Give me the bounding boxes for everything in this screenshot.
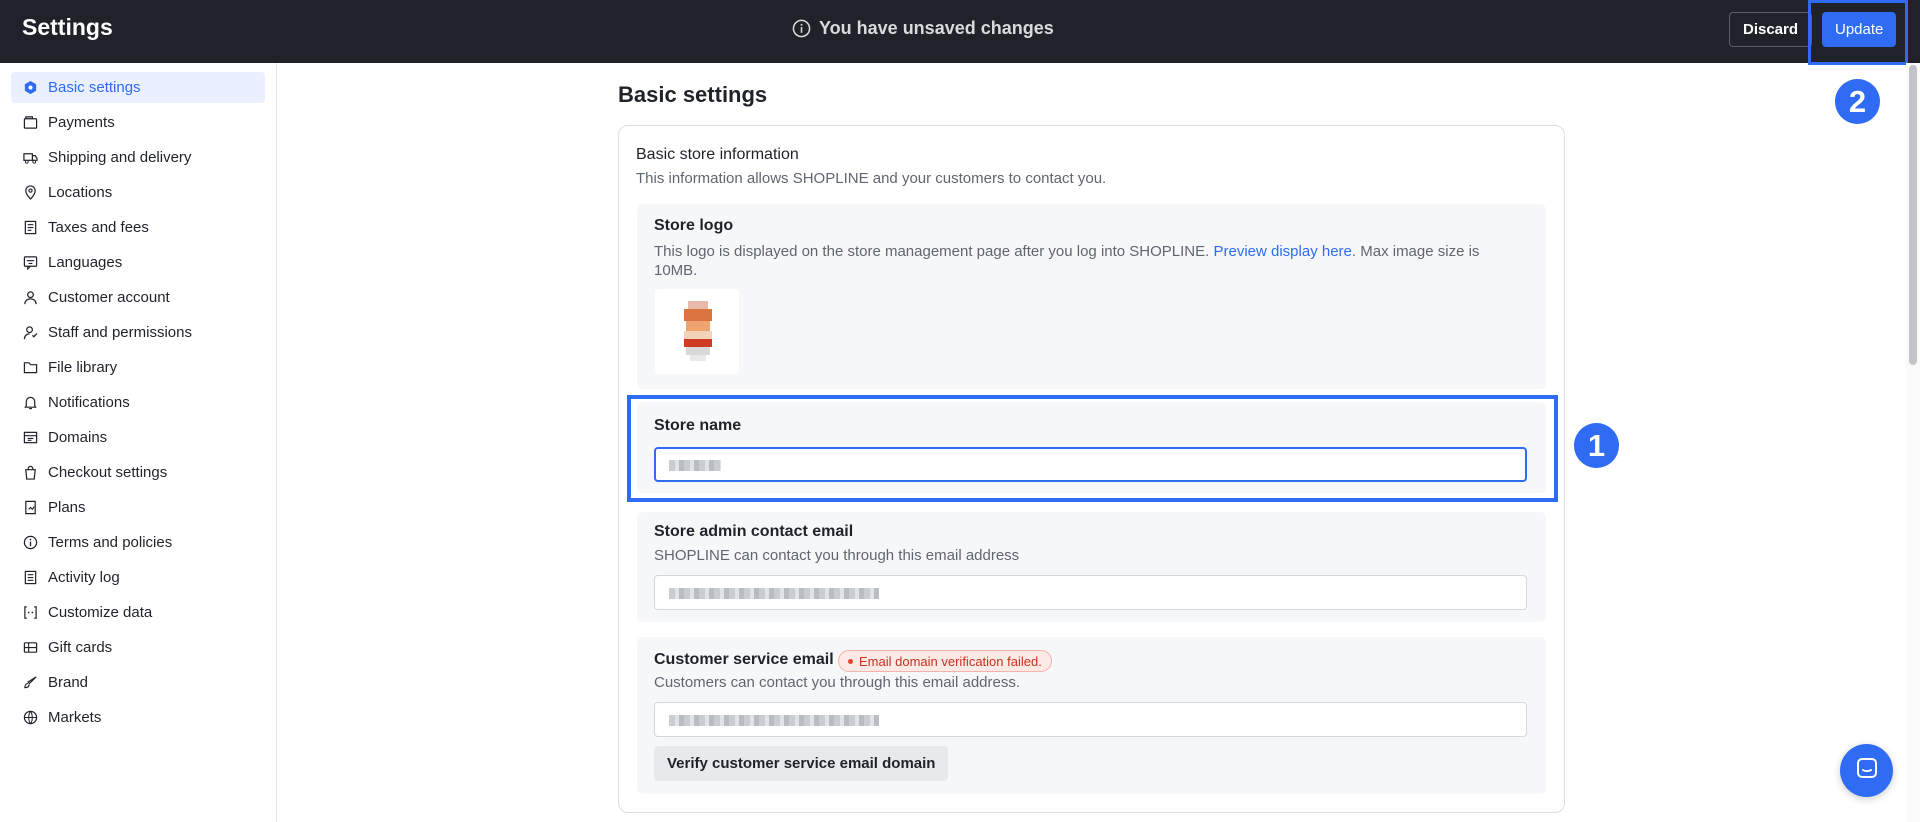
sidebar-item-plans[interactable]: Plans — [11, 492, 265, 523]
page-header-title: Settings — [22, 14, 113, 40]
sidebar-item-label: Languages — [48, 254, 123, 271]
sidebar-item-locations[interactable]: Locations — [11, 177, 265, 208]
sidebar-item-label: Terms and policies — [48, 534, 173, 551]
sidebar-item-label: Staff and permissions — [48, 324, 192, 341]
status-badge-text: Email domain verification failed. — [859, 653, 1042, 669]
shopping-bag-icon — [23, 465, 38, 480]
scrollbar[interactable] — [1906, 63, 1920, 822]
step-marker-2: 2 — [1835, 79, 1880, 124]
admin-email-input[interactable] — [654, 575, 1527, 610]
sidebar-item-shipping[interactable]: Shipping and delivery — [11, 142, 265, 173]
store-logo-label: Store logo — [654, 217, 734, 234]
domain-icon — [23, 430, 38, 445]
translate-icon — [23, 255, 38, 270]
sidebar-item-taxes[interactable]: Taxes and fees — [11, 212, 265, 243]
sidebar-item-basic-settings[interactable]: Basic settings — [11, 72, 265, 103]
sidebar-item-label: Customer account — [48, 289, 170, 306]
error-dot-icon — [848, 658, 853, 664]
card-description: This information allows SHOPLINE and you… — [636, 170, 1107, 187]
sidebar-item-label: Basic settings — [48, 79, 141, 96]
info-icon — [23, 535, 38, 550]
sidebar-item-label: Customize data — [48, 604, 153, 621]
admin-email-label: Store admin contact email — [654, 523, 854, 540]
location-pin-icon — [23, 185, 38, 200]
chat-icon — [1855, 756, 1879, 785]
discard-button[interactable]: Discard — [1729, 12, 1813, 47]
sidebar-item-label: Activity log — [48, 569, 120, 586]
wallet-icon — [23, 115, 38, 130]
admin-email-description: SHOPLINE can contact you through this em… — [654, 547, 1020, 564]
customer-service-email-label: Customer service email — [654, 651, 834, 668]
sidebar-item-brand[interactable]: Brand — [11, 667, 265, 698]
logo-thumbnail — [682, 301, 714, 361]
sidebar-item-staff[interactable]: Staff and permissions — [11, 317, 265, 348]
folder-icon — [23, 360, 38, 375]
sidebar-item-customer-account[interactable]: Customer account — [11, 282, 265, 313]
sidebar-item-label: Taxes and fees — [48, 219, 149, 236]
step-marker-1: 1 — [1574, 423, 1619, 468]
store-logo-desc-text: This logo is displayed on the store mana… — [654, 243, 1214, 260]
sidebar-item-label: Notifications — [48, 394, 130, 411]
store-logo-section — [637, 204, 1546, 389]
bell-icon — [23, 395, 38, 410]
store-name-highlight-box — [627, 395, 1558, 502]
sidebar-item-file-library[interactable]: File library — [11, 352, 265, 383]
sidebar-item-activity-log[interactable]: Activity log — [11, 562, 265, 593]
sidebar-item-label: Plans — [48, 499, 86, 516]
sidebar-item-label: Gift cards — [48, 639, 113, 656]
chat-support-button[interactable] — [1840, 744, 1893, 797]
sidebar-item-gift-cards[interactable]: Gift cards — [11, 632, 265, 663]
plan-icon — [23, 500, 38, 515]
verify-domain-button[interactable]: Verify customer service email domain — [654, 746, 949, 781]
top-bar: Settings You have unsaved changes Discar… — [0, 0, 1920, 63]
unsaved-changes-text: You have unsaved changes — [819, 18, 1054, 38]
sidebar-item-label: File library — [48, 359, 118, 376]
sidebar-item-notifications[interactable]: Notifications — [11, 387, 265, 418]
scrollbar-thumb[interactable] — [1909, 65, 1917, 365]
update-highlight-box — [1808, 0, 1908, 65]
sidebar-item-languages[interactable]: Languages — [11, 247, 265, 278]
preview-display-link[interactable]: Preview display here — [1213, 243, 1351, 260]
sidebar-item-label: Markets — [48, 709, 102, 726]
sidebar-item-domains[interactable]: Domains — [11, 422, 265, 453]
customer-service-email-input[interactable] — [654, 702, 1527, 737]
redacted-text — [669, 588, 879, 599]
sidebar-item-label: Locations — [48, 184, 113, 201]
customer-service-email-description: Customers can contact you through this e… — [654, 674, 1021, 691]
user-icon — [23, 290, 38, 305]
gift-card-icon — [23, 640, 38, 655]
staff-icon — [23, 325, 38, 340]
sidebar-item-label: Domains — [48, 429, 108, 446]
sidebar-item-label: Shipping and delivery — [48, 149, 192, 166]
store-logo-description: This logo is displayed on the store mana… — [654, 242, 1504, 280]
sidebar-item-label: Brand — [48, 674, 89, 691]
redacted-text — [669, 715, 879, 726]
status-badge: Email domain verification failed. — [838, 650, 1052, 672]
settings-sidebar: Basic settings Payments Shipping and del… — [0, 63, 277, 822]
truck-icon — [23, 150, 38, 165]
card-title: Basic store information — [636, 146, 799, 163]
info-icon — [792, 19, 811, 38]
sidebar-item-label: Checkout settings — [48, 464, 168, 481]
code-icon — [23, 605, 38, 620]
sidebar-item-terms[interactable]: Terms and policies — [11, 527, 265, 558]
sidebar-item-payments[interactable]: Payments — [11, 107, 265, 138]
brush-icon — [23, 675, 38, 690]
page-title: Basic settings — [618, 82, 768, 107]
sidebar-item-markets[interactable]: Markets — [11, 702, 265, 733]
sidebar-item-checkout[interactable]: Checkout settings — [11, 457, 265, 488]
unsaved-changes-notice: You have unsaved changes — [792, 18, 1054, 39]
log-icon — [23, 570, 38, 585]
sidebar-item-label: Payments — [48, 114, 115, 131]
gear-icon — [23, 80, 38, 95]
receipt-icon — [23, 220, 38, 235]
globe-icon — [23, 710, 38, 725]
store-logo-image[interactable] — [655, 289, 739, 374]
sidebar-item-customize-data[interactable]: Customize data — [11, 597, 265, 628]
